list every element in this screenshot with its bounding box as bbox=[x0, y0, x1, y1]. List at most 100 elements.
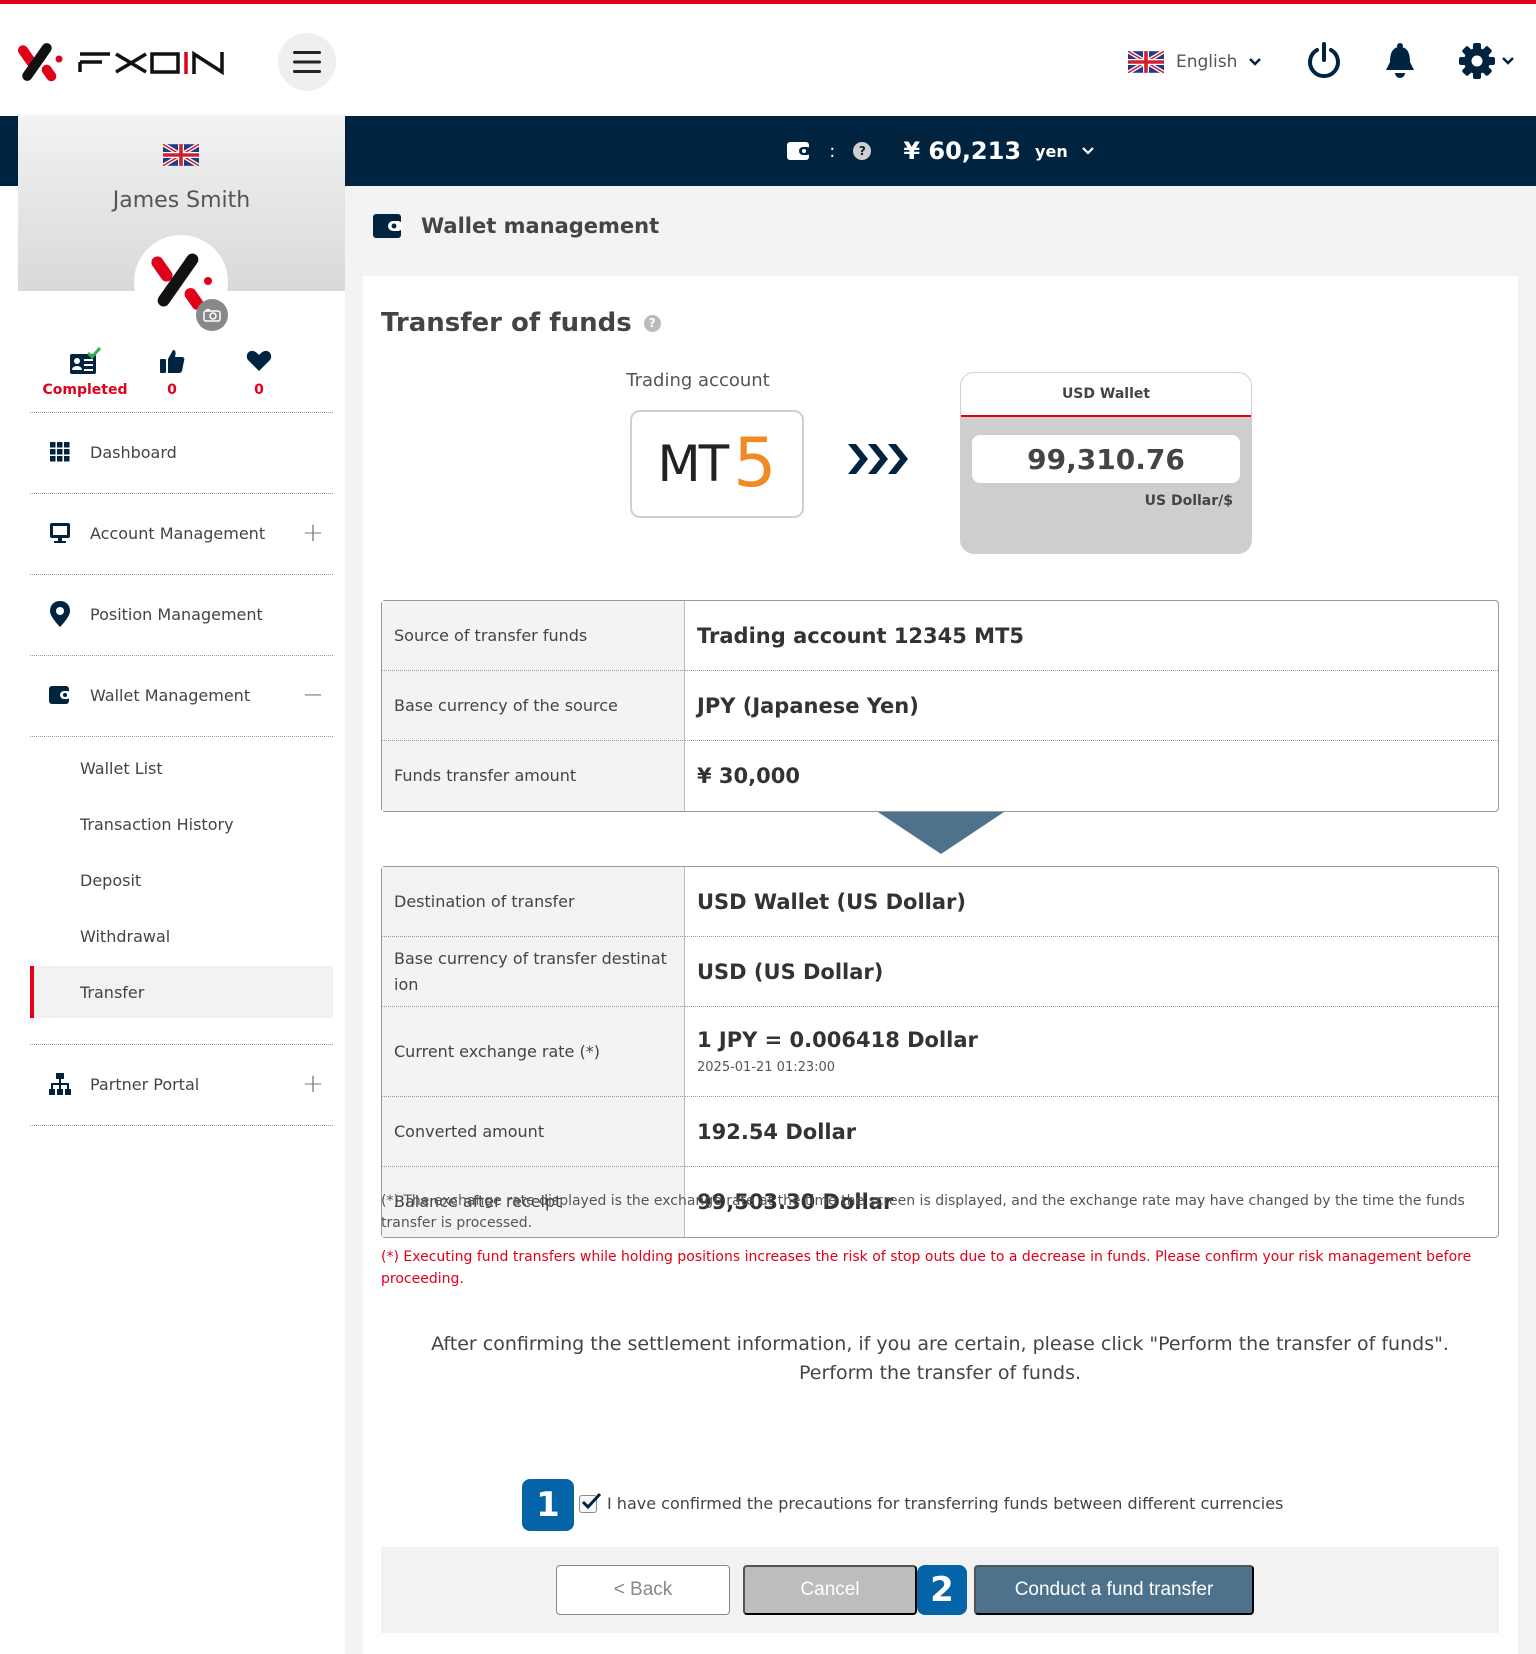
table-row: Converted amount 192.54 Dollar bbox=[382, 1097, 1498, 1167]
expand-plus-icon[interactable]: + bbox=[293, 518, 333, 548]
table-row: Funds transfer amount ¥ 30,000 bbox=[382, 741, 1498, 811]
cancel-button[interactable]: Cancel bbox=[743, 1565, 917, 1615]
card-title: Transfer of funds ? bbox=[381, 308, 661, 338]
sidebar-subitem-deposit[interactable]: Deposit bbox=[30, 854, 333, 906]
conduct-fund-transfer-button[interactable]: Conduct a fund transfer bbox=[974, 1565, 1254, 1615]
logout-button[interactable] bbox=[1304, 40, 1344, 82]
sidebar-item-dashboard[interactable]: Dashboard bbox=[30, 412, 333, 492]
step-badge-1: 1 bbox=[522, 1479, 574, 1531]
sidebar-item-position-management[interactable]: Position Management bbox=[30, 574, 333, 654]
sidebar-item-wallet-management[interactable]: Wallet Management − bbox=[30, 655, 333, 735]
confirm-instructions: After confirming the settlement informat… bbox=[381, 1330, 1499, 1388]
help-icon[interactable]: ? bbox=[853, 142, 872, 160]
sidebar-item-label: Dashboard bbox=[90, 442, 177, 462]
precaution-checkbox-row[interactable]: I have confirmed the precautions for tra… bbox=[579, 1492, 1284, 1513]
profile-name: James Smith bbox=[112, 188, 251, 213]
mt5-text: MT bbox=[657, 435, 730, 493]
row-value: JPY (Japanese Yen) bbox=[685, 671, 1498, 741]
language-selector[interactable]: English bbox=[1128, 44, 1262, 80]
table-row: Base currency of the source JPY (Japanes… bbox=[382, 671, 1498, 741]
notifications-button[interactable] bbox=[1380, 40, 1420, 82]
help-icon[interactable]: ? bbox=[643, 314, 661, 332]
balance-unit: yen bbox=[1035, 141, 1068, 161]
destination-wallet-card: USD Wallet 99,310.76 US Dollar/$ bbox=[960, 372, 1252, 554]
change-photo-button[interactable] bbox=[196, 299, 228, 331]
id-card-check-icon bbox=[70, 347, 102, 374]
fxon-logo[interactable] bbox=[17, 36, 238, 86]
wallet-card-title: USD Wallet bbox=[961, 373, 1251, 417]
table-row: Source of transfer funds Trading account… bbox=[382, 601, 1498, 671]
row-key: Converted amount bbox=[382, 1097, 685, 1167]
row-key: Current exchange rate (*) bbox=[382, 1007, 685, 1097]
sitemap-icon bbox=[49, 1073, 71, 1095]
precaution-checkbox[interactable] bbox=[579, 1492, 602, 1513]
wallet-card-amount: 99,310.76 bbox=[972, 435, 1240, 483]
confirm-line-2: Perform the transfer of funds. bbox=[798, 1362, 1082, 1384]
exchange-rate-value: 1 JPY = 0.006418 Dollar bbox=[697, 1028, 978, 1052]
wallet-icon bbox=[373, 214, 403, 238]
exchange-rate-note: (*) The exchange rate displayed is the e… bbox=[381, 1193, 1465, 1231]
expand-plus-icon[interactable]: + bbox=[293, 1069, 333, 1099]
collapse-minus-icon[interactable]: − bbox=[293, 680, 333, 710]
row-key: Source of transfer funds bbox=[382, 601, 685, 671]
step-badge-2: 2 bbox=[917, 1565, 967, 1615]
sidebar-subitem-transfer[interactable]: Transfer bbox=[30, 966, 333, 1018]
table-row: Current exchange rate (*) 1 JPY = 0.0064… bbox=[382, 1007, 1498, 1097]
page-title: Wallet management bbox=[373, 214, 659, 238]
sidebar-subitem-wallet-list[interactable]: Wallet List bbox=[30, 742, 333, 794]
precaution-checkbox-label: I have confirmed the precautions for tra… bbox=[607, 1494, 1284, 1513]
heart-icon bbox=[246, 350, 272, 371]
page-title-text: Wallet management bbox=[421, 214, 660, 238]
row-key: Base currency of the source bbox=[382, 671, 685, 741]
sidebar-item-label: Partner Portal bbox=[90, 1074, 200, 1094]
divider bbox=[30, 736, 333, 737]
table-row: Base currency of transfer destinat ion U… bbox=[382, 937, 1498, 1007]
mt5-number: 5 bbox=[733, 424, 777, 503]
balance-bar-left-edge bbox=[0, 116, 18, 186]
monitor-icon bbox=[50, 523, 70, 543]
row-value: 192.54 Dollar bbox=[685, 1097, 1498, 1167]
mt5-platform-badge: MT 5 bbox=[630, 410, 804, 518]
thumbs-up-icon bbox=[160, 350, 185, 373]
sidebar-item-label: Account Management bbox=[90, 523, 266, 543]
sidebar-subitem-withdrawal[interactable]: Withdrawal bbox=[30, 910, 333, 962]
language-label: English bbox=[1176, 52, 1238, 72]
transfer-card: Transfer of funds ? Trading account MT 5… bbox=[363, 276, 1518, 1654]
triple-chevron-right-icon bbox=[848, 444, 908, 474]
row-value: ¥ 30,000 bbox=[697, 764, 800, 788]
row-key: Funds transfer amount bbox=[382, 741, 685, 811]
checkmark-icon bbox=[581, 1492, 602, 1509]
row-value: 1 JPY = 0.006418 Dollar 2025-01-21 01:23… bbox=[685, 1007, 1498, 1097]
balance-amount: ¥ 60,213 bbox=[903, 137, 1022, 165]
stat-favorites[interactable]: 0 bbox=[204, 344, 314, 398]
chevron-down-icon bbox=[1249, 58, 1262, 66]
wallet-balance-bar[interactable]: : ? ¥ 60,213 yen bbox=[345, 116, 1536, 186]
row-value: USD Wallet (US Dollar) bbox=[685, 867, 1498, 937]
wallet-icon bbox=[49, 686, 71, 704]
confirm-line-1: After confirming the settlement informat… bbox=[431, 1333, 1449, 1355]
hamburger-menu-icon bbox=[293, 51, 321, 73]
exchange-rate-timestamp: 2025-01-21 01:23:00 bbox=[697, 1060, 836, 1075]
gear-icon bbox=[1459, 43, 1495, 79]
row-value: Trading account 12345 MT5 bbox=[685, 601, 1498, 671]
back-button[interactable]: < Back bbox=[556, 1565, 730, 1615]
chevron-down-icon bbox=[1081, 147, 1094, 155]
app-header: English bbox=[0, 4, 1536, 116]
divider bbox=[30, 1125, 333, 1126]
row-value: USD (US Dollar) bbox=[685, 937, 1498, 1007]
sidebar-item-label: Wallet Management bbox=[90, 685, 251, 705]
sidebar-item-account-management[interactable]: Account Management + bbox=[30, 493, 333, 573]
settings-button[interactable] bbox=[1456, 40, 1516, 82]
source-label: Trading account bbox=[626, 370, 770, 391]
sidebar-subitem-transaction-history[interactable]: Transaction History bbox=[30, 798, 333, 850]
sidebar: James Smith Completed 0 0 Dashboard Acco… bbox=[18, 116, 345, 1654]
hamburger-menu-button[interactable] bbox=[278, 33, 336, 91]
card-title-text: Transfer of funds bbox=[381, 308, 632, 338]
uk-flag-icon bbox=[1128, 51, 1164, 73]
camera-icon bbox=[203, 309, 221, 322]
sidebar-item-partner-portal[interactable]: Partner Portal + bbox=[30, 1044, 333, 1124]
power-icon bbox=[1308, 42, 1340, 79]
map-pin-icon bbox=[50, 601, 70, 627]
risk-warning-note: (*) Executing fund transfers while holdi… bbox=[381, 1249, 1472, 1287]
wallet-card-currency: US Dollar/$ bbox=[1144, 493, 1233, 509]
